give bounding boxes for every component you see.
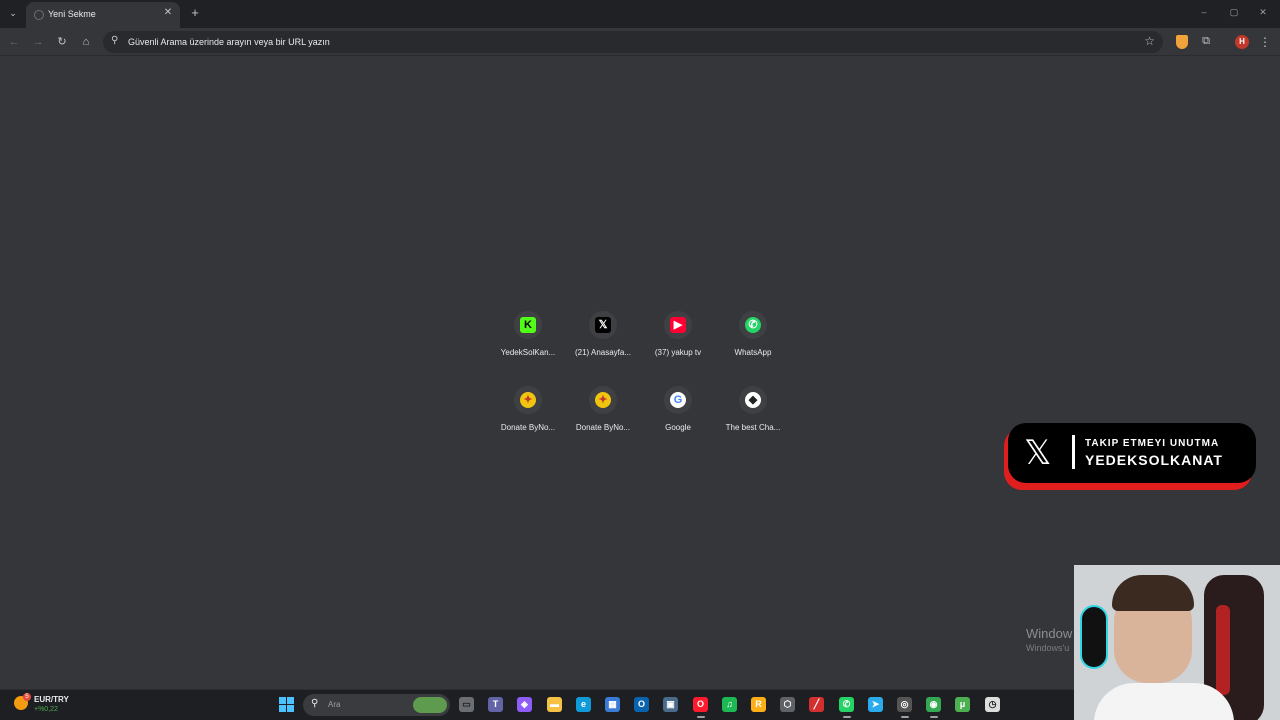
minimize-icon[interactable]: – [1198,7,1210,17]
shortcut-tile[interactable]: ◆ The best Cha... [714,386,792,452]
menu-kebab-icon[interactable]: ⋮ [1259,34,1271,50]
timer-app-icon[interactable]: ◷ [985,697,1000,712]
store-icon[interactable]: ▦ [605,697,620,712]
shortcut-tile[interactable]: G Google [639,386,717,452]
shortcut-label: (21) Anasayfa... [574,348,632,357]
google-icon: G [670,392,686,408]
shortcut-icon-circle: K [514,311,542,339]
banner-line-1: TAKIP ETMEYI UNUTMA [1085,438,1220,449]
x-twitter-icon: 𝕏 [595,317,611,333]
chrome-icon[interactable]: ◉ [926,697,941,712]
whatsapp-icon[interactable]: ✆ [839,697,854,712]
search-icon: ⚲ [111,35,119,46]
shortcut-icon-circle: ✆ [739,311,767,339]
browser-toolbar: ← → ↻ ⌂ ⚲ Güvenli Arama üzerinde arayın … [0,28,1280,56]
person-hair [1112,575,1194,611]
new-tab-plus-icon[interactable]: + [188,5,202,21]
back-arrow-icon[interactable]: ← [6,34,22,50]
rockstar-icon[interactable]: R [751,697,766,712]
shortcut-tile[interactable]: ✦ Donate ByNo... [564,386,642,452]
shortcut-label: YedekSolKan... [500,348,556,357]
streamlabs-icon[interactable]: ╱ [809,697,824,712]
teams-icon[interactable]: T [488,697,503,712]
windows-start-icon[interactable] [279,697,295,713]
currency-change: +%0,22 [34,706,58,713]
gaming-chair-stripe [1216,605,1230,695]
activation-watermark-title: Window [1026,626,1073,641]
follow-banner: 𝕏 TAKIP ETMEYI UNUTMA YEDEKSOLKANAT [1008,423,1256,483]
shortcut-icon-circle: ◆ [739,386,767,414]
shortcut-label: WhatsApp [734,348,772,357]
currency-label[interactable]: EUR/TRY [34,695,69,704]
person-shirt [1094,683,1234,720]
outlook-icon[interactable]: O [634,697,649,712]
chat-icon: ◆ [745,392,761,408]
running-indicator [697,716,705,718]
search-highlight-image [413,697,447,713]
running-indicator [843,716,851,718]
copilot-icon[interactable]: ◈ [517,697,532,712]
search-icon: ⚲ [311,698,319,709]
app-window-icon[interactable]: ▣ [663,697,678,712]
address-bar[interactable]: ⚲ Güvenli Arama üzerinde arayın veya bir… [103,31,1163,53]
weather-badge: 5 [23,693,31,701]
webcam-overlay [1074,565,1280,720]
shortcut-label: The best Cha... [725,423,781,432]
task-view-icon[interactable]: ▭ [459,697,474,712]
taskbar-search-placeholder: Ara [328,700,341,709]
tab-strip: ⌄ Yeni Sekme ✕ + – ▢ ✕ [0,0,1280,28]
headset-icon [1080,605,1108,669]
banner-line-2: YEDEKSOLKANAT [1085,452,1223,468]
shortcut-tile[interactable]: K YedekSolKan... [489,311,567,377]
running-indicator [901,716,909,718]
obs-icon[interactable]: ◎ [897,697,912,712]
kick-icon: K [520,317,536,333]
extensions-puzzle-icon[interactable]: ⧉ [1199,34,1213,48]
shortcut-icon-circle: ✦ [514,386,542,414]
shortcut-label: Donate ByNo... [500,423,556,432]
taskbar-search-box[interactable]: ⚲ Ara [303,694,450,716]
shortcut-label: (37) yakup tv [654,348,702,357]
donate-icon: ✦ [520,392,536,408]
tab-close-icon[interactable]: ✕ [162,7,174,19]
telegram-icon[interactable]: ➤ [868,697,883,712]
shortcut-tile[interactable]: ✦ Donate ByNo... [489,386,567,452]
utorrent-icon[interactable]: μ [955,697,970,712]
shortcut-label: Donate ByNo... [575,423,631,432]
brave-shield-icon[interactable] [1176,35,1188,49]
youtube-icon: ▶ [670,317,686,333]
tab-title: Yeni Sekme [48,9,96,19]
windows-taskbar: 5 EUR/TRY +%0,22 ⚲ Ara ▭ T ◈ ▬ e ▦ O ▣ O ♫ R ⬡ ╱ ✆ ➤ ◎ ◉… [0,689,1074,720]
running-indicator [930,716,938,718]
opera-icon[interactable]: O [693,697,708,712]
shortcut-tile[interactable]: ▶ (37) yakup tv [639,311,717,377]
forward-arrow-icon[interactable]: → [30,34,46,50]
shortcut-icon-circle: ▶ [664,311,692,339]
shortcut-tile[interactable]: 𝕏 (21) Anasayfa... [564,311,642,377]
whatsapp-icon: ✆ [745,317,761,333]
shortcut-icon-circle: 𝕏 [589,311,617,339]
shortcut-label: Google [665,423,691,432]
shortcut-tile[interactable]: ✆ WhatsApp [714,311,792,377]
home-icon[interactable]: ⌂ [78,34,94,50]
donate-icon: ✦ [595,392,611,408]
settings-app-icon[interactable]: ⬡ [780,697,795,712]
address-bar-placeholder: Güvenli Arama üzerinde arayın veya bir U… [128,37,330,47]
shortcut-icon-circle: G [664,386,692,414]
profile-avatar[interactable]: H [1235,35,1249,49]
x-logo-icon: 𝕏 [1024,433,1052,473]
edge-icon[interactable]: e [576,697,591,712]
shortcut-icon-circle: ✦ [589,386,617,414]
tab-new-tab[interactable]: Yeni Sekme ✕ [26,2,180,28]
close-window-icon[interactable]: ✕ [1257,7,1269,18]
bookmark-star-icon[interactable]: ☆ [1144,34,1155,48]
reload-icon[interactable]: ↻ [54,34,70,50]
file-explorer-icon[interactable]: ▬ [547,697,562,712]
tab-search-chevron-icon[interactable]: ⌄ [6,6,20,20]
banner-divider [1072,435,1075,469]
maximize-icon[interactable]: ▢ [1228,7,1240,18]
tab-favicon-icon [34,10,44,20]
activation-watermark-subtitle: Windows'u [1026,643,1070,653]
spotify-icon[interactable]: ♫ [722,697,737,712]
